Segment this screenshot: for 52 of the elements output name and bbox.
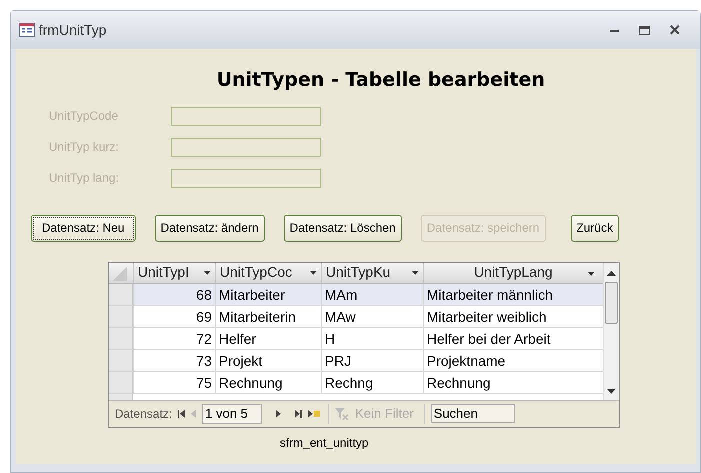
maximize-icon[interactable] (639, 26, 650, 34)
table-cell: Mitarbeiter (215, 284, 321, 304)
window-title: frmUnitTyp (39, 20, 107, 40)
subform-caption: sfrm_ent_unittyp (280, 434, 370, 452)
field-label: UnitTyp lang: (49, 170, 120, 187)
table-cell: PRJ (321, 350, 423, 370)
action-button[interactable]: Zurück (570, 214, 620, 242)
new-record-icon[interactable] (308, 410, 320, 418)
form-icon (19, 23, 35, 37)
table-cell: H (321, 328, 423, 348)
search-field[interactable]: Suchen (430, 404, 515, 423)
table-row[interactable]: 68 Mitarbeiter MAm Mitarbeiter männlich (109, 284, 603, 306)
table-row[interactable]: 75 Rechnung Rechng Rechnung (109, 372, 603, 394)
column-header[interactable]: UnitTypCoc (215, 262, 321, 282)
close-icon[interactable] (670, 25, 680, 35)
table-row[interactable]: 72 Helfer H Helfer bei der Arbeit (109, 328, 603, 350)
minimize-icon[interactable] (610, 28, 619, 32)
table-cell: Rechnung (215, 372, 321, 392)
next-record-icon[interactable] (276, 410, 282, 418)
table-cell: 72 (133, 328, 215, 348)
field-label: UnitTypCode (49, 108, 120, 125)
table-row[interactable]: 73 Projekt PRJ Projektname (109, 350, 603, 372)
column-header[interactable]: UnitTypI (133, 262, 215, 282)
field-label: UnitTyp kurz: (49, 139, 120, 156)
last-record-icon[interactable] (295, 410, 302, 418)
dropdown-caret-icon[interactable] (204, 270, 211, 274)
scroll-up-icon[interactable] (607, 270, 616, 276)
navigation-label: Datensatz: (115, 406, 172, 422)
table-cell: 68 (133, 284, 215, 304)
table-cell: MAw (321, 306, 423, 326)
table-cell: 69 (133, 306, 215, 326)
table-cell: Rechng (321, 372, 423, 392)
first-record-icon[interactable] (178, 410, 186, 418)
action-button[interactable]: Datensatz: ändern (154, 214, 265, 242)
dropdown-caret-icon[interactable] (588, 272, 595, 276)
table-cell: 73 (133, 350, 215, 370)
scroll-thumb[interactable] (605, 282, 618, 324)
table-cell: MAm (321, 284, 423, 304)
form-heading: UnitTypen - Tabelle bearbeiten (216, 68, 546, 93)
table-row[interactable]: 69 Mitarbeiterin MAw Mitarbeiter weiblich (109, 306, 603, 328)
column-header[interactable]: UnitTypKu (321, 262, 423, 282)
record-position-field[interactable]: 1 von 5 (202, 404, 262, 424)
table-cell: Helfer (215, 328, 321, 348)
action-button[interactable]: Datensatz: Neu (31, 214, 136, 242)
table-cell: Projekt (215, 350, 321, 370)
table-cell: Mitarbeiterin (215, 306, 321, 326)
scroll-down-icon[interactable] (607, 388, 616, 394)
scrollbar[interactable] (603, 262, 619, 400)
dropdown-caret-icon[interactable] (310, 270, 317, 274)
table-cell: 75 (133, 372, 215, 392)
dropdown-caret-icon[interactable] (412, 270, 419, 274)
action-button[interactable]: Datensatz: Löschen (284, 214, 402, 242)
